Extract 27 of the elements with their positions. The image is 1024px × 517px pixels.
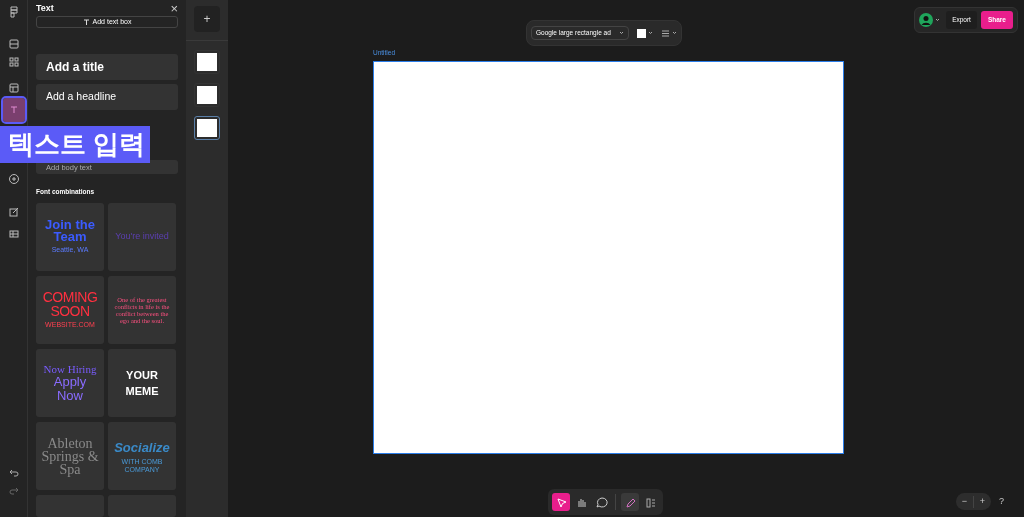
pen-icon[interactable] <box>621 493 639 511</box>
redo-icon[interactable] <box>9 487 19 495</box>
caret-icon <box>671 31 677 35</box>
layout-dropdown[interactable] <box>660 28 677 38</box>
caret-icon <box>618 31 624 35</box>
add-page-button[interactable]: + <box>194 6 220 32</box>
avatar-dropdown[interactable] <box>919 13 941 27</box>
text-style-button[interactable]: Add a title <box>36 54 178 81</box>
close-button[interactable]: × <box>170 2 178 16</box>
help-button[interactable]: ? <box>999 494 1004 509</box>
undo-icon[interactable] <box>9 469 19 477</box>
caret-icon <box>647 31 653 35</box>
zoom-in-button[interactable]: + <box>974 494 991 509</box>
zoom-out-button[interactable]: − <box>956 494 973 509</box>
text-style-button[interactable]: Add a headline <box>36 84 178 111</box>
annotation-label: 텍스트 입력 <box>0 126 150 163</box>
page-thumbnail[interactable] <box>194 116 220 140</box>
lines-icon <box>660 28 670 38</box>
text-icon <box>82 18 90 26</box>
page-thumbnail[interactable] <box>194 50 220 74</box>
color-swatch-dropdown[interactable] <box>636 28 653 38</box>
pointer-icon[interactable] <box>552 493 570 511</box>
font-combination-card[interactable]: Ableton Springs & Spa <box>36 422 104 490</box>
caret-icon <box>935 18 941 22</box>
panel-title: Text <box>36 2 54 16</box>
page-thumbnail[interactable] <box>194 83 220 107</box>
font-combination-card[interactable]: YOUR MEME <box>108 349 176 417</box>
